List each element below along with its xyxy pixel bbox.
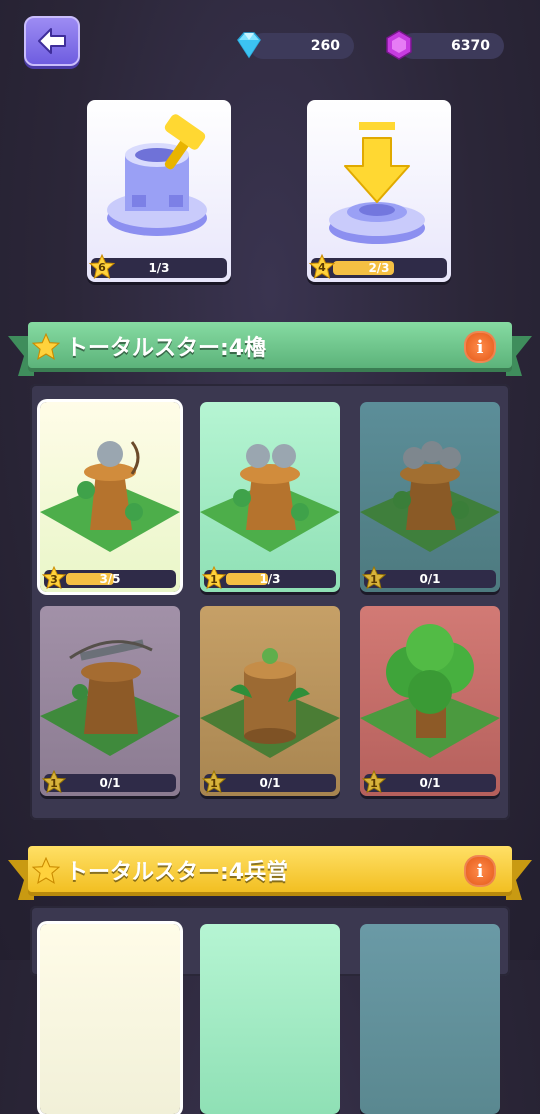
section-title: トータルスター:4櫓	[66, 336, 267, 361]
barracks-card-3[interactable]	[360, 924, 500, 1114]
info-button[interactable]: i	[464, 855, 496, 887]
upgrade-progress-text: 1/3	[148, 261, 170, 275]
crossbow-tower-icon	[40, 639, 180, 756]
upgrade-progress-text: 2/3	[368, 261, 390, 275]
star-level-text: 1	[210, 573, 218, 586]
card-progress-text: 0/1	[99, 776, 121, 790]
tower-card-archer-1[interactable]: 3/5 3	[40, 402, 180, 592]
section-title: トータルスター:4兵営	[66, 860, 289, 885]
archer-tower-double-icon	[200, 444, 340, 552]
star-icon	[32, 333, 60, 360]
barracks-card-2[interactable]	[200, 924, 340, 1114]
info-button[interactable]: i	[464, 331, 496, 363]
info-icon: i	[476, 860, 484, 882]
star-level-badge: 1	[361, 769, 387, 794]
tree-tower-icon	[360, 624, 500, 758]
star-level-text: 3	[50, 573, 58, 586]
diamond-icon	[237, 32, 261, 59]
barracks-card-1[interactable]	[40, 924, 180, 1114]
card-progress-text: 0/1	[259, 776, 281, 790]
star-level-badge: 3	[41, 565, 67, 590]
star-level-text: 1	[50, 777, 58, 790]
star-level-text: 1	[370, 573, 378, 586]
hammer-tower-icon	[107, 114, 207, 236]
star-level-text: 1	[370, 777, 378, 790]
card-progress-text: 0/1	[419, 572, 441, 586]
tower-card-archer-2[interactable]: 1/3 1	[200, 402, 340, 592]
tower-card-crossbow[interactable]: 0/1 1	[40, 606, 180, 796]
card-progress-text: 3/5	[99, 572, 121, 586]
purple-gem-icon	[386, 30, 412, 60]
gems-value: 260	[310, 38, 340, 54]
tower-card-tree[interactable]: 0/1 1	[360, 606, 500, 796]
info-icon: i	[476, 336, 484, 358]
back-button[interactable]	[24, 16, 80, 66]
star-level-badge: 6	[88, 253, 116, 280]
star-level-text: 6	[98, 261, 106, 274]
back-arrow-icon	[38, 28, 66, 54]
section-banner-barracks: トータルスター:4兵営 i	[0, 846, 540, 900]
crystals-value: 6370	[451, 38, 490, 54]
star-level-badge: 1	[201, 769, 227, 794]
archer-tower-icon	[40, 441, 180, 552]
archer-tower-triple-icon	[360, 441, 500, 552]
barracks-cards-panel	[30, 906, 510, 1114]
card-progress-text: 0/1	[419, 776, 441, 790]
star-level-badge: 1	[201, 565, 227, 590]
star-level-text: 1	[210, 777, 218, 790]
down-arrow-platform-icon	[329, 122, 425, 244]
section-banner-towers: トータルスター:4櫓 i	[0, 322, 540, 376]
card-progress-text: 1/3	[259, 572, 281, 586]
star-level-badge: 1	[361, 565, 387, 590]
stump-tower-icon	[200, 648, 340, 758]
tower-cards-panel: 3/5 3 1/3 1 0/1 1 0/1 1 0/1 1 0/1 1	[30, 384, 510, 820]
tower-card-stump[interactable]: 0/1 1	[200, 606, 340, 796]
star-level-badge: 1	[41, 769, 67, 794]
star-icon	[32, 857, 60, 884]
build-upgrade-card[interactable]: 1/3 6	[87, 100, 231, 282]
star-level-badge: 4	[308, 253, 336, 280]
star-level-text: 4	[318, 261, 326, 274]
place-upgrade-card[interactable]: 2/3 4	[307, 100, 451, 282]
tower-card-archer-3[interactable]: 0/1 1	[360, 402, 500, 592]
